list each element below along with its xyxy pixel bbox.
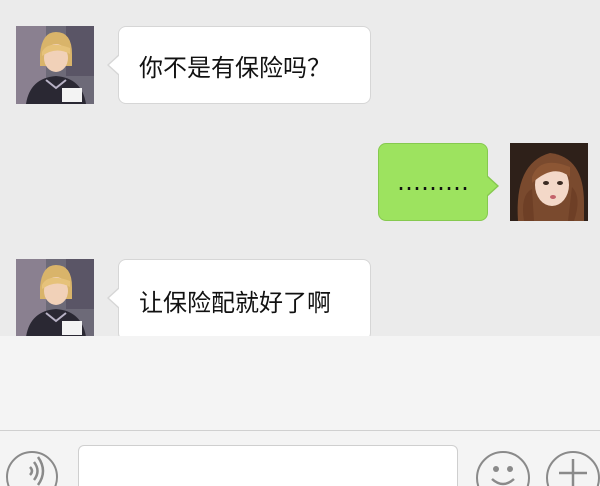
message-text: 你不是有保险吗？ xyxy=(139,53,331,82)
chat-area[interactable]: 你不是有保险吗？ ……… 让保险配就好了啊 xyxy=(0,0,600,336)
voice-button[interactable] xyxy=(6,451,58,486)
voice-icon xyxy=(29,456,45,486)
my-avatar[interactable] xyxy=(510,143,588,221)
emoji-icon xyxy=(491,466,515,486)
message-input[interactable] xyxy=(78,445,458,486)
message-text: 让保险配就好了啊 xyxy=(139,288,331,317)
contact-avatar[interactable] xyxy=(16,259,94,336)
plus-icon xyxy=(559,459,587,486)
emoji-button[interactable] xyxy=(476,451,530,486)
incoming-message-bubble[interactable]: 你不是有保险吗？ xyxy=(107,26,371,104)
incoming-message-bubble[interactable]: 让保险配就好了啊 xyxy=(107,259,371,336)
input-toolbar xyxy=(0,430,600,486)
more-button[interactable] xyxy=(546,451,600,486)
message-text: ……… xyxy=(397,168,469,196)
chat-empty-area xyxy=(0,336,600,430)
outgoing-message-bubble[interactable]: ……… xyxy=(378,143,499,221)
contact-avatar[interactable] xyxy=(16,26,94,104)
